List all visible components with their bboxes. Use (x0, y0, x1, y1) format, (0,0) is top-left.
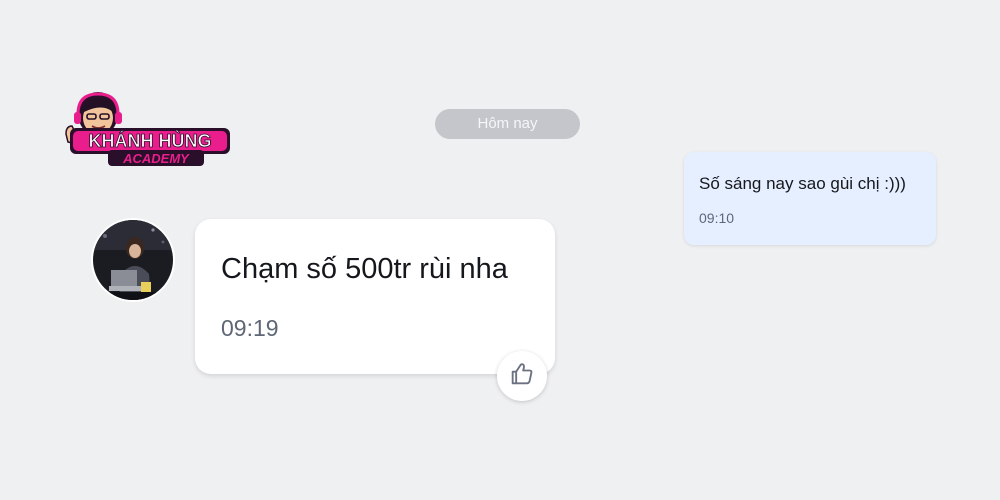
date-separator: Hôm nay (435, 109, 580, 139)
avatar[interactable] (93, 220, 173, 300)
logo-line1: KHÁNH HÙNG (89, 130, 212, 151)
incoming-message-time: 09:19 (221, 315, 279, 341)
logo-line2: ACADEMY (122, 151, 190, 166)
brand-logo: KHÁNH HÙNG ACADEMY (60, 88, 235, 170)
outgoing-message-time: 09:10 (699, 210, 735, 226)
outgoing-message-bubble[interactable]: Số sáng nay sao gùi chị :))) 09:10 (684, 152, 936, 245)
like-reaction-button[interactable] (497, 351, 547, 401)
incoming-message-bubble[interactable]: Chạm số 500tr rùi nha 09:19 (195, 219, 555, 374)
incoming-message-text: Chạm số 500tr rùi nha (221, 253, 508, 285)
thumbs-up-icon (508, 360, 536, 393)
outgoing-message-text: Số sáng nay sao gùi chị :))) (699, 174, 906, 193)
